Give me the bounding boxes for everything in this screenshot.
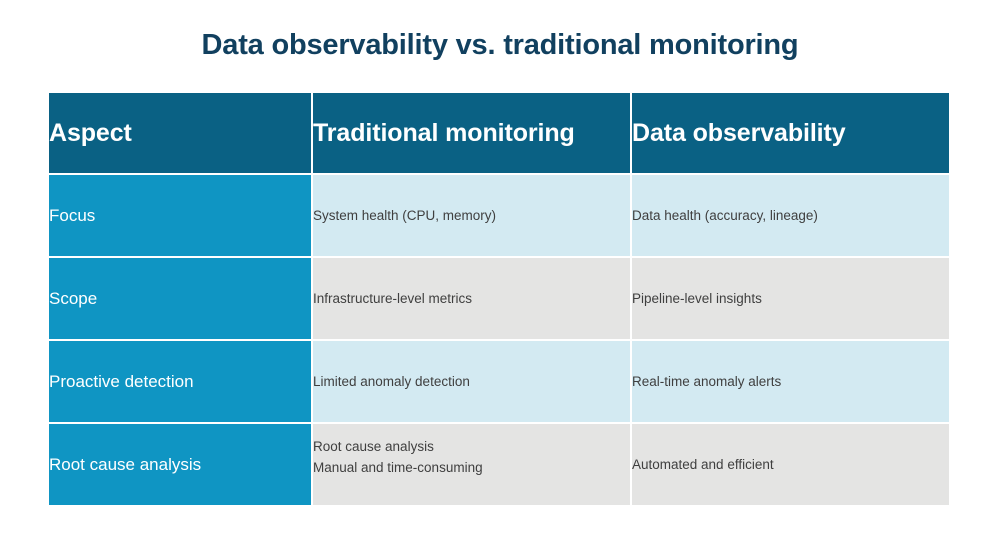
cell-traditional-proactive-detection: Limited anomaly detection <box>313 339 632 422</box>
cell-text-line-2: Manual and time-consuming <box>313 460 483 475</box>
table-row: Scope Infrastructure-level metrics Pipel… <box>49 256 949 339</box>
table-row: Root cause analysis Root cause analysis … <box>49 422 949 505</box>
column-header-aspect: Aspect <box>49 93 313 173</box>
cell-aspect-focus: Focus <box>49 173 313 256</box>
cell-aspect-root-cause-analysis: Root cause analysis <box>49 422 313 505</box>
comparison-table: Aspect Traditional monitoring Data obser… <box>49 93 949 505</box>
slide-canvas: Data observability vs. traditional monit… <box>0 0 1000 547</box>
cell-traditional-focus: System health (CPU, memory) <box>313 173 632 256</box>
table-row: Proactive detection Limited anomaly dete… <box>49 339 949 422</box>
column-header-traditional-monitoring: Traditional monitoring <box>313 93 632 173</box>
cell-aspect-scope: Scope <box>49 256 313 339</box>
column-header-data-observability: Data observability <box>632 93 949 173</box>
page-title: Data observability vs. traditional monit… <box>201 29 799 61</box>
cell-traditional-root-cause-analysis: Root cause analysis Manual and time-cons… <box>313 422 632 505</box>
cell-aspect-proactive-detection: Proactive detection <box>49 339 313 422</box>
cell-observability-root-cause-analysis: Automated and efficient <box>632 422 949 505</box>
table-body: Focus System health (CPU, memory) Data h… <box>49 173 949 505</box>
table-header: Aspect Traditional monitoring Data obser… <box>49 93 949 173</box>
cell-traditional-scope: Infrastructure-level metrics <box>313 256 632 339</box>
cell-text-line-1: Root cause analysis <box>313 439 434 454</box>
cell-observability-focus: Data health (accuracy, lineage) <box>632 173 949 256</box>
table-row: Focus System health (CPU, memory) Data h… <box>49 173 949 256</box>
cell-observability-proactive-detection: Real-time anomaly alerts <box>632 339 949 422</box>
table-header-row: Aspect Traditional monitoring Data obser… <box>49 93 949 173</box>
cell-observability-scope: Pipeline-level insights <box>632 256 949 339</box>
